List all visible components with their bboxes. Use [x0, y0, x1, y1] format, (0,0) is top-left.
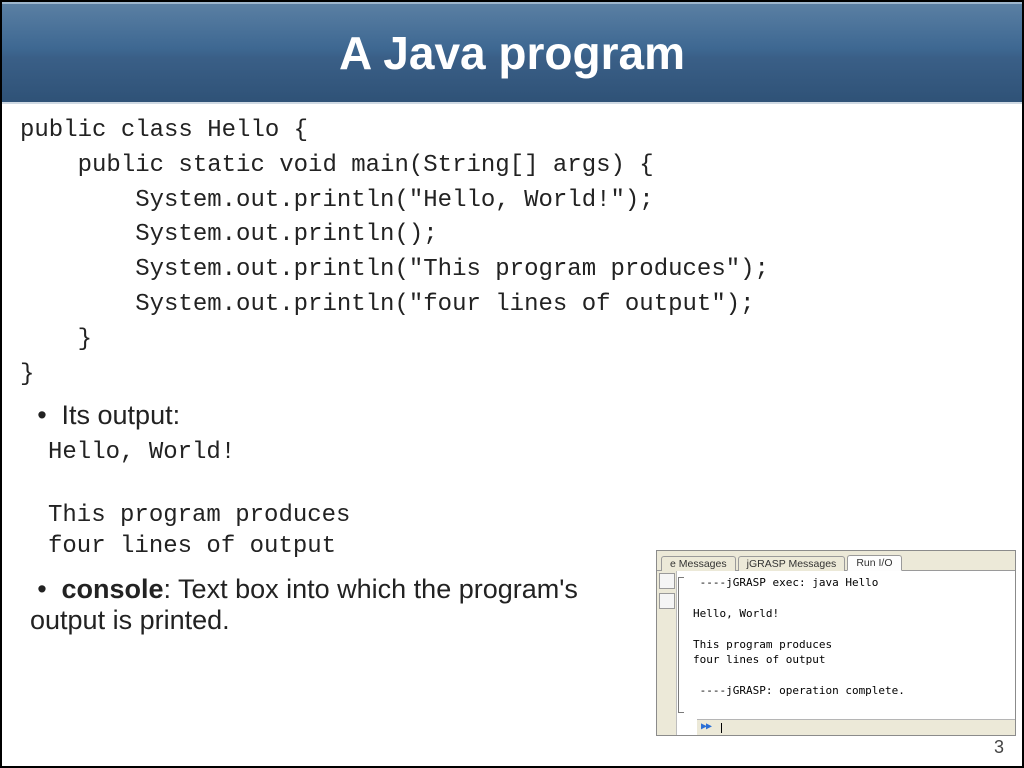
caret-icon [721, 723, 722, 733]
jgrasp-console: ----jGRASP exec: java Hello Hello, World… [677, 571, 1015, 735]
bracket-icon [678, 577, 684, 713]
page-number: 3 [994, 737, 1004, 758]
gutter-button[interactable] [659, 573, 675, 589]
jgrasp-panel: e Messages jGRASP Messages Run I/O ----j… [656, 550, 1016, 736]
tab-run-io[interactable]: Run I/O [847, 555, 901, 571]
jgrasp-body: ----jGRASP exec: java Hello Hello, World… [657, 571, 1015, 735]
tab-jgrasp-messages[interactable]: jGRASP Messages [738, 556, 846, 571]
tab-messages[interactable]: e Messages [661, 556, 736, 571]
bullet-output: • Its output: [30, 400, 1004, 431]
jgrasp-gutter [657, 571, 677, 735]
code-block: public class Hello { public static void … [20, 114, 1004, 392]
slide-title: A Java program [2, 2, 1022, 104]
bullet-dot-icon: • [30, 400, 54, 431]
jgrasp-bottombar: ▶▶ [697, 719, 1015, 735]
jgrasp-tabstrip: e Messages jGRASP Messages Run I/O [657, 551, 1015, 571]
bullet-output-label: Its output: [62, 400, 181, 430]
gutter-button[interactable] [659, 593, 675, 609]
console-term: console [62, 574, 164, 604]
output-block: Hello, World! This program produces four… [48, 437, 1004, 562]
slide: A Java program public class Hello { publ… [0, 0, 1024, 768]
jgrasp-console-text: ----jGRASP exec: java Hello Hello, World… [693, 575, 1009, 698]
play-icon[interactable]: ▶▶ [701, 721, 711, 735]
bullet-console: • console: Text box into which the progr… [30, 574, 590, 636]
bullet-dot-icon: • [30, 574, 54, 605]
